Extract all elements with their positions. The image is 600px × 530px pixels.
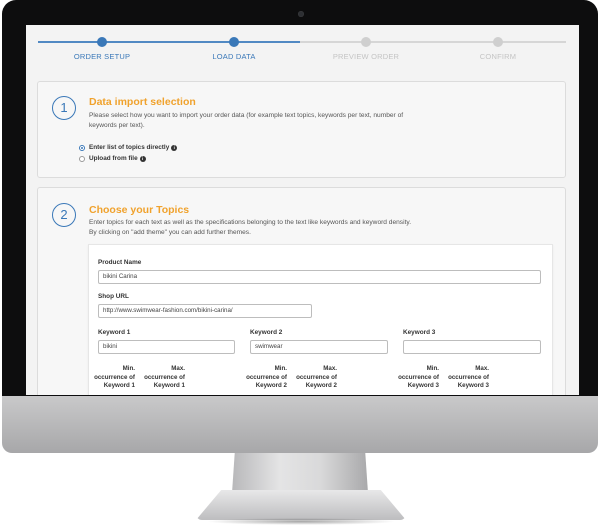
step-dot-confirm — [493, 37, 503, 47]
shop-url-input[interactable]: http://www.swimwear-fashion.com/bikini-c… — [98, 304, 312, 318]
radio-button-selected[interactable] — [79, 144, 85, 151]
section-title: Choose your Topics — [89, 204, 190, 216]
max-occurrence-keyword-1-header: Max. occurrence of Keyword 1 — [144, 365, 185, 389]
progress-track-complete — [38, 41, 300, 43]
progress-track-remaining — [300, 41, 566, 43]
min-occurrence-keyword-1-header: Min. occurrence of Keyword 1 — [94, 365, 135, 389]
section-description: Please select how you want to import you… — [89, 112, 404, 129]
radio-label[interactable]: Upload from file — [89, 155, 138, 162]
radio-option-direct[interactable]: Enter list of topics directly i — [79, 144, 178, 151]
radio-button[interactable] — [79, 155, 85, 162]
step-label-confirm: CONFIRM — [479, 52, 517, 61]
product-name-input[interactable]: bikini Carina — [98, 270, 541, 284]
keyword-3-label: Keyword 3 — [403, 329, 436, 336]
step-label-preview-order: PREVIEW ORDER — [332, 52, 400, 61]
radio-label[interactable]: Enter list of topics directly — [89, 144, 169, 151]
section-number-1: 1 — [52, 96, 76, 120]
section-title: Data import selection — [89, 96, 196, 108]
keyword-3-input[interactable] — [403, 340, 541, 354]
keyword-1-label: Keyword 1 — [98, 329, 131, 336]
topic-form-panel: Product Name bikini Carina Shop URL http… — [88, 244, 553, 395]
info-icon[interactable]: i — [139, 155, 146, 162]
screen: ORDER SETUP LOAD DATA PREVIEW ORDER CONF… — [26, 25, 579, 395]
step-label-order-setup[interactable]: ORDER SETUP — [47, 52, 157, 61]
monitor-stand-foot — [196, 490, 406, 520]
keyword-2-label: Keyword 2 — [250, 329, 283, 336]
monitor-chin — [2, 396, 598, 453]
stand-shadow — [206, 518, 396, 525]
max-occurrence-keyword-2-header: Max. occurrence of Keyword 2 — [296, 365, 337, 389]
shop-url-label: Shop URL — [98, 293, 129, 300]
camera-icon — [298, 11, 304, 17]
info-icon[interactable]: i — [171, 144, 178, 151]
section-description: Enter topics for each text as well as th… — [89, 219, 412, 236]
data-import-section: 1 Data import selection Please select ho… — [37, 81, 566, 178]
min-occurrence-keyword-3-header: Min. occurrence of Keyword 3 — [398, 365, 439, 389]
progress-steps: ORDER SETUP LOAD DATA PREVIEW ORDER CONF… — [26, 25, 579, 75]
step-dot-load-data[interactable] — [229, 37, 239, 47]
min-occurrence-keyword-2-header: Min. occurrence of Keyword 2 — [246, 365, 287, 389]
choose-topics-section: 2 Choose your Topics Enter topics for ea… — [37, 187, 566, 395]
monitor-stand-neck — [232, 453, 368, 493]
section-number-2: 2 — [52, 203, 76, 227]
product-name-label: Product Name — [98, 259, 142, 266]
max-occurrence-keyword-3-header: Max. occurrence of Keyword 3 — [448, 365, 489, 389]
step-dot-order-setup[interactable] — [97, 37, 107, 47]
radio-option-upload[interactable]: Upload from file i — [79, 155, 146, 162]
keyword-2-input[interactable]: swimwear — [250, 340, 388, 354]
monitor-bezel: ORDER SETUP LOAD DATA PREVIEW ORDER CONF… — [2, 0, 598, 400]
step-dot-preview-order — [361, 37, 371, 47]
step-label-load-data[interactable]: LOAD DATA — [179, 52, 289, 61]
keyword-1-input[interactable]: bikini — [98, 340, 235, 354]
